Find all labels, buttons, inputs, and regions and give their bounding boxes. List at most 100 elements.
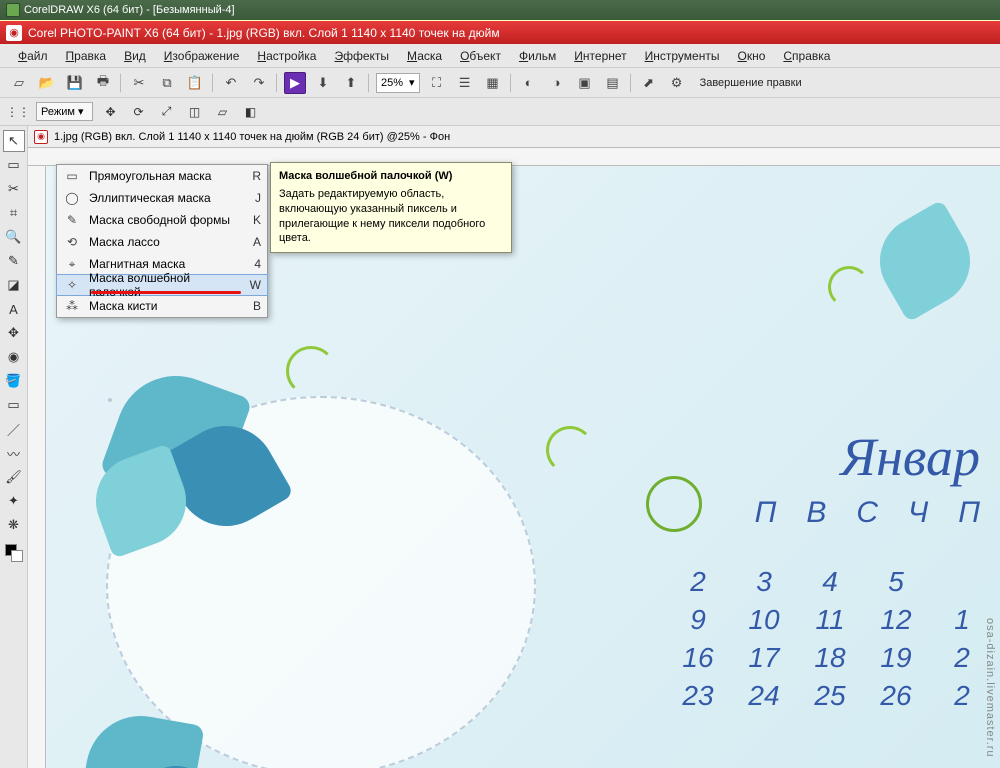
move-tool-icon[interactable]: ✥ [101,102,121,122]
paint-tool[interactable]: 🖌 [3,466,25,488]
calendar-grid: 234591011121161718192232425262 [674,566,986,712]
undo-button[interactable]: ↶ [220,72,242,94]
eraser-tool[interactable]: ◪ [3,274,25,296]
tooltip-body: Задать редактируемую область, включающую… [279,187,503,246]
flyout-item-label: Эллиптическая маска [89,191,237,205]
new-button[interactable]: ▱ [8,72,30,94]
copy-button[interactable]: ⧉ [156,72,178,94]
flyout-item-icon: ⁂ [63,299,81,313]
rectangle-tool[interactable]: ▭ [3,394,25,416]
mode-dropdown[interactable]: Режим ▾ [36,102,93,121]
menu-окно[interactable]: Окно [729,46,773,66]
flyout-item[interactable]: ◯Эллиптическая маскаJ [57,187,267,209]
tooltip: Маска волшебной палочкой (W) Задать реда… [270,162,512,253]
perspective-tool-icon[interactable]: ◧ [241,102,261,122]
rotate-tool-icon[interactable]: ⟳ [129,102,149,122]
tooltip-title: Маска волшебной палочкой (W) [279,169,503,184]
zoom-select[interactable]: 25%▾ [376,73,420,93]
flyout-item[interactable]: ⁂Маска кистиB [57,295,267,317]
effect-tool[interactable]: ✦ [3,490,25,512]
flyout-item[interactable]: ⟲Маска лассоA [57,231,267,253]
paste-button[interactable]: 📋 [184,72,206,94]
print-button[interactable]: 🖶 [92,72,114,94]
crop-tool[interactable]: ⌗ [3,202,25,224]
menu-инструменты[interactable]: Инструменты [637,46,728,66]
grid-button[interactable]: ▦ [482,72,504,94]
finish-editing-button[interactable]: Завершение правки [700,77,802,89]
redeye-tool[interactable]: ◉ [3,346,25,368]
distort-tool-icon[interactable]: ▱ [213,102,233,122]
menu-изображение[interactable]: Изображение [156,46,248,66]
rulers-button[interactable]: ☰ [454,72,476,94]
swirl-decoration [546,426,594,474]
calendar-cell: 24 [740,680,788,712]
propbar-handle-icon: ⋮⋮ [8,102,28,122]
watermark: osa-dizain.livemaster.ru [984,618,996,758]
eyedropper-tool[interactable]: ✎ [3,250,25,272]
mask-transform-tool[interactable]: ✂ [3,178,25,200]
scale-tool-icon[interactable]: ⤢ [157,102,177,122]
zoom-tool[interactable]: 🔍 [3,226,25,248]
flyout-item-label: Прямоугольная маска [89,169,237,183]
menu-фильм[interactable]: Фильм [511,46,564,66]
launch-button[interactable]: ▶ [284,72,306,94]
menu-маска[interactable]: Маска [399,46,450,66]
swirl-decoration [646,476,702,532]
options-button[interactable]: ⚙ [666,72,688,94]
mask-overlay-button[interactable]: ▣ [574,72,596,94]
calendar-cell: 12 [872,604,920,636]
toolbox: ↖ ▭ ✂ ⌗ 🔍 ✎ ◪ A ✥ ◉ 🪣 ▭ ／ 〰 🖌 ✦ ❋ [0,126,28,768]
clone-tool[interactable]: ✥ [3,322,25,344]
menu-правка[interactable]: Правка [58,46,115,66]
cut-button[interactable]: ✂ [128,72,150,94]
calendar-cell: 25 [806,680,854,712]
menu-файл[interactable]: Файл [10,46,56,66]
flyout-item[interactable]: ✧Маска волшебной палочкойW [56,274,268,296]
launch-app-button[interactable]: ⬈ [638,72,660,94]
menu-интернет[interactable]: Интернет [566,46,634,66]
fullscreen-button[interactable]: ⛶ [426,72,448,94]
text-tool[interactable]: A [3,298,25,320]
flyout-item-icon: ⟲ [63,235,81,249]
image-sprayer-tool[interactable]: ❋ [3,514,25,536]
mask-tool[interactable]: ▭ [3,154,25,176]
document-icon [34,130,48,144]
flyout-item-shortcut: W [245,278,261,292]
flyout-item[interactable]: ✎Маска свободной формыK [57,209,267,231]
photopaint-icon [6,25,22,41]
menu-настройка[interactable]: Настройка [249,46,324,66]
red-underline-annotation [91,291,241,294]
calendar-cell: 26 [872,680,920,712]
calendar-weekday-row: ПВСЧП [755,496,980,530]
mask-marquee-button[interactable]: ▤ [602,72,624,94]
toolbar-separator [630,73,632,93]
calendar-cell: 2 [938,642,986,674]
mask-tool-flyout[interactable]: ▭Прямоугольная маскаR◯Эллиптическая маск… [56,164,268,318]
calendar-cell: 4 [806,566,854,598]
document-titlebar: 1.jpg (RGB) вкл. Слой 1 1140 x 1140 точе… [28,126,1000,148]
line-tool[interactable]: ／ [3,418,25,440]
open-button[interactable]: 📂 [36,72,58,94]
path-tool[interactable]: 〰 [3,442,25,464]
photopaint-titlebar: Corel PHOTO-PAINT X6 (64 бит) - 1.jpg (R… [0,20,1000,44]
export-button[interactable]: ⬆ [340,72,362,94]
menu-эффекты[interactable]: Эффекты [326,46,397,66]
flyout-item-shortcut: B [245,299,261,313]
pick-tool[interactable]: ↖ [3,130,25,152]
floral-corner-bottom-left [66,686,266,768]
menu-справка[interactable]: Справка [775,46,838,66]
fill-tool[interactable]: 🪣 [3,370,25,392]
mask-invert-button[interactable]: ◐ [518,72,540,94]
flyout-item-shortcut: K [245,213,261,227]
menu-вид[interactable]: Вид [116,46,154,66]
skew-tool-icon[interactable]: ◫ [185,102,205,122]
flyout-item[interactable]: ▭Прямоугольная маскаR [57,165,267,187]
color-swatch[interactable] [5,544,23,562]
import-button[interactable]: ⬇ [312,72,334,94]
mask-remove-button[interactable]: ◑ [546,72,568,94]
calendar-cell: 5 [872,566,920,598]
save-button[interactable]: 💾 [64,72,86,94]
calendar-cell: 19 [872,642,920,674]
menu-объект[interactable]: Объект [452,46,509,66]
redo-button[interactable]: ↷ [248,72,270,94]
